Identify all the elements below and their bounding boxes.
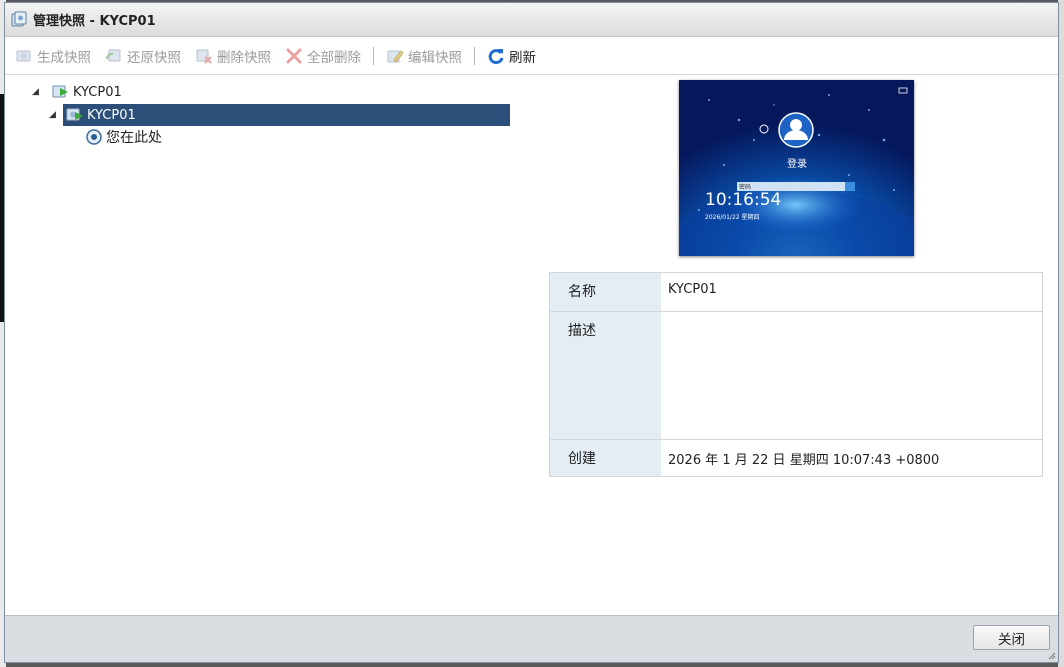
details-row-description: 描述 — [550, 312, 1042, 440]
edit-snapshot-label: 编辑快照 — [408, 49, 462, 66]
description-label: 描述 — [550, 312, 661, 439]
tree-node-vm[interactable]: ◢ KYCP01 — [32, 81, 122, 103]
tree-node-current[interactable]: 您在此处 — [85, 126, 162, 148]
edit-snapshot-icon — [387, 49, 404, 63]
created-value: 2026 年 1 月 22 日 星期四 10:07:43 +0800 — [668, 453, 940, 468]
toolbar-separator — [373, 46, 374, 65]
delete-snapshot-label: 删除快照 — [217, 49, 271, 66]
manage-snapshots-dialog: 管理快照 - KYCP01 生成快照 还原快照 删除快照 全部删除 编辑快照 刷… — [4, 2, 1059, 663]
restore-snapshot-button[interactable]: 还原快照 — [105, 46, 181, 66]
details-row-name: 名称 KYCP01 — [550, 273, 1042, 312]
snapshot-icon — [66, 108, 83, 121]
restore-snapshot-icon — [106, 49, 121, 61]
close-button[interactable]: 关闭 — [973, 625, 1050, 650]
created-label: 创建 — [550, 440, 661, 476]
delete-all-icon — [286, 48, 302, 63]
dialog-titlebar[interactable]: 管理快照 - KYCP01 — [5, 3, 1058, 37]
delete-snapshot-icon — [196, 49, 212, 64]
details-row-created: 创建 2026 年 1 月 22 日 星期四 10:07:43 +0800 — [550, 440, 1042, 476]
snapshot-toolbar: 生成快照 还原快照 删除快照 全部删除 编辑快照 刷新 — [5, 37, 1058, 75]
dialog-footer: 关闭 — [5, 615, 1058, 662]
preview-clock: 10:16:54 — [705, 190, 782, 210]
take-snapshot-label: 生成快照 — [37, 49, 91, 66]
tree-node-snapshot-label: KYCP01 — [87, 107, 136, 123]
take-snapshot-button[interactable]: 生成快照 — [15, 46, 91, 66]
tree-node-vm-label: KYCP01 — [73, 84, 122, 100]
snapshot-details: 名称 KYCP01 描述 创建 2026 年 1 月 22 日 星期四 10:0… — [549, 272, 1043, 477]
expand-arrow-icon-2[interactable]: ◢ — [49, 110, 59, 120]
refresh-button[interactable]: 刷新 — [487, 46, 536, 66]
name-value: KYCP01 — [668, 282, 717, 297]
tree-node-current-label: 您在此处 — [106, 130, 162, 146]
tree-node-snapshot[interactable]: ◢ KYCP01 — [49, 104, 510, 126]
you-are-here-icon — [86, 129, 102, 145]
preview-date: 2026/01/22 星期四 — [705, 214, 760, 221]
name-label: 名称 — [550, 273, 661, 311]
delete-all-button[interactable]: 全部删除 — [285, 46, 361, 66]
resize-grip-icon[interactable] — [1048, 652, 1056, 660]
refresh-icon — [488, 48, 504, 64]
snapshot-tree: ◢ KYCP01 ◢ KYCP01 您在此处 — [5, 75, 525, 615]
delete-snapshot-button[interactable]: 删除快照 — [195, 46, 271, 66]
snapshot-preview: 登录 密码 10:16:54 2026/01/22 星期四 — [679, 80, 914, 256]
snapshot-manager-icon — [11, 11, 27, 26]
vm-icon — [52, 85, 68, 98]
preview-login-label: 登录 — [787, 159, 807, 170]
dialog-title: 管理快照 - KYCP01 — [33, 14, 156, 29]
expand-arrow-icon[interactable]: ◢ — [32, 87, 42, 97]
toolbar-separator-2 — [474, 46, 475, 65]
take-snapshot-icon — [16, 50, 31, 61]
edit-snapshot-button[interactable]: 编辑快照 — [386, 46, 462, 66]
refresh-label: 刷新 — [509, 49, 536, 66]
restore-snapshot-label: 还原快照 — [127, 49, 181, 66]
description-value — [661, 312, 1042, 439]
delete-all-label: 全部删除 — [307, 49, 361, 66]
